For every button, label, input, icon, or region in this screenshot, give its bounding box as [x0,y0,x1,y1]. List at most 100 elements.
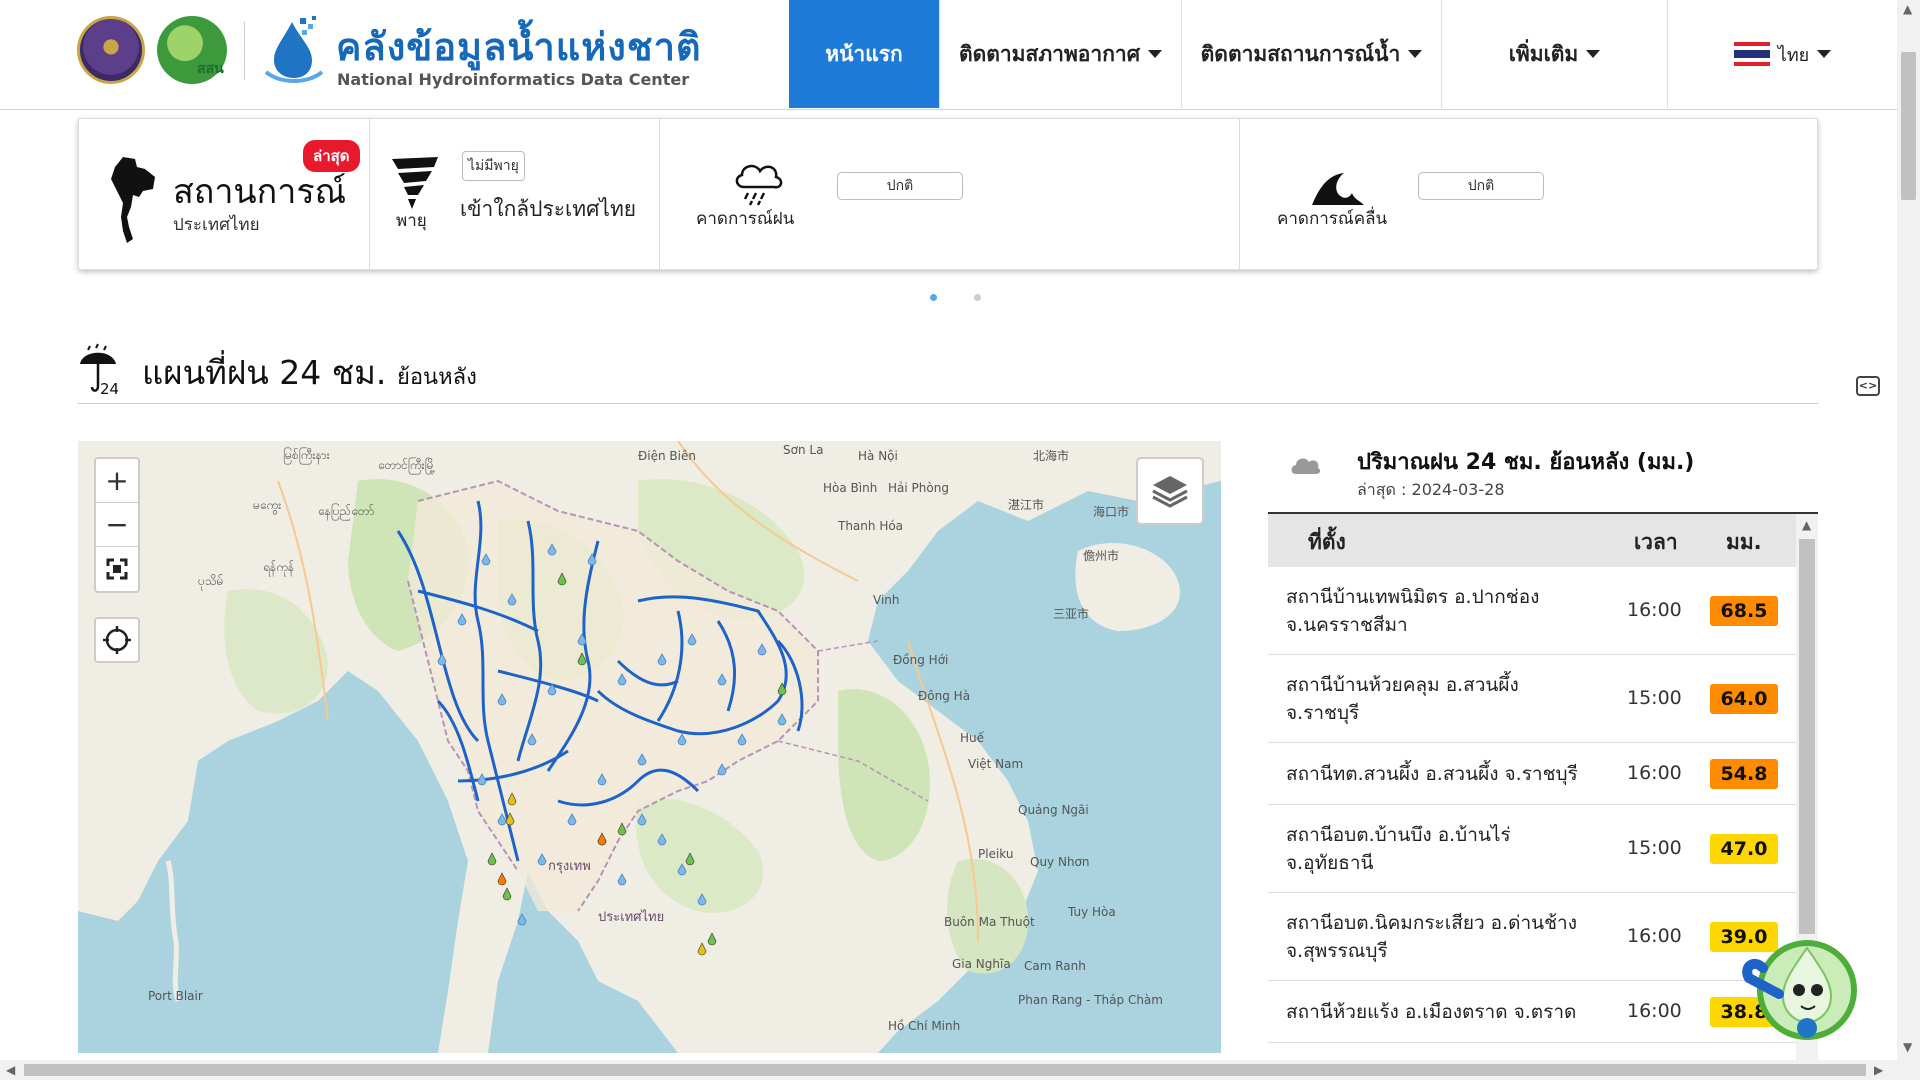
map-place-label: Hòa Bình [823,481,878,495]
table-scroll-thumb[interactable] [1799,539,1815,934]
ministry-emblem-logo[interactable] [77,16,145,84]
map-place-label: Đồng Hới [893,653,949,667]
crosshair-icon [103,626,131,654]
table-row[interactable]: สถานีอบต.นิคมกระเสียว อ.ด่านช้าง จ.สุพรร… [1268,893,1796,981]
map-place-label: 三亚市 [1053,607,1090,621]
map-place-label: Gia Nghĩa [952,957,1011,971]
embed-code-button[interactable]: <> [1856,376,1880,396]
map-place-label: Hà Nội [858,449,898,463]
station-time: 15:00 [1627,837,1682,859]
hii-logo[interactable]: สสน [157,16,227,84]
rainfall-value-badge: 47.0 [1710,834,1778,864]
station-time: 16:00 [1627,1000,1682,1022]
zoom-control: + − [94,457,140,593]
rain-forecast-label: คาดการณ์ฝน [696,209,795,229]
page-vertical-scrollbar[interactable]: ▲ ▼ [1897,0,1920,1060]
storm-status-text: เข้าใกล้ประเทศไทย [460,197,637,221]
zoom-in-button[interactable]: + [96,459,138,503]
map-place-label: Điện Biên [638,449,696,463]
scroll-up-icon[interactable]: ▲ [1802,518,1811,532]
chevron-down-icon [1817,50,1832,58]
scroll-down-icon[interactable]: ▼ [1903,1040,1912,1054]
section-title: แผนที่ฝน 24 ชม. ย้อนหลัง [142,353,477,392]
col-location[interactable]: ที่ตั้ง [1308,526,1346,559]
rainfall-updated-date: ล่าสุด : 2024-03-28 [1357,480,1505,499]
storm-panel[interactable]: พายุ ไม่มีพายุ เข้าใกล้ประเทศไทย [370,119,660,269]
col-time[interactable]: เวลา [1634,526,1678,559]
wave-forecast-label: คาดการณ์คลื่น [1277,209,1388,229]
logo-divider [244,22,245,80]
page-hscroll-thumb[interactable] [24,1064,1866,1076]
station-time: 15:00 [1627,687,1682,709]
nav-home[interactable]: หน้าแรก [789,0,939,108]
map-place-label: Buôn Ma Thuột [944,915,1035,929]
locate-me-button[interactable] [94,617,140,663]
chevron-down-icon [1408,50,1423,58]
map-place-label: 儋州市 [1083,549,1120,563]
brand-title-thai[interactable]: คลังข้อมูลน้ำแห่งชาติ [336,16,702,77]
station-name: สถานีอบต.นิคมกระเสียว อ.ด่านช้าง จ.สุพรร… [1286,912,1577,962]
table-row[interactable]: สถานีอบต.บ้านบึง อ.บ้านไร่ จ.อุทัยธานี 15… [1268,805,1796,893]
map-place-label: Huế [960,731,985,745]
map-place-label: Sơn La [783,443,824,457]
map-place-label: Phan Rang - Tháp Chàm [1018,993,1163,1007]
station-name: สถานีบ้านเทพนิมิตร อ.ปากช่อง จ.นครราชสีม… [1286,586,1540,636]
table-row[interactable]: สถานีบ้านห้วยคลุม อ.สวนผึ้ง จ.ราชบุรี 15:… [1268,655,1796,743]
brand-title-english: National Hydroinformatics Data Center [337,70,690,89]
rainfall-panel-title: ปริมาณฝน 24 ชม. ย้อนหลัง (มม.) [1357,450,1695,475]
nav-water-situation[interactable]: ติดตามสถานการณ์น้ำ [1181,0,1441,108]
carousel-dot-1[interactable] [930,294,937,301]
map-place-label: 北海市 [1033,449,1070,463]
layer-switcher-button[interactable] [1136,457,1204,525]
map-place-label: တောင်ကြီးမြို့ [378,458,436,472]
wave-forecast-panel[interactable]: คาดการณ์คลื่น ปกติ [1240,119,1818,269]
page-horizontal-scrollbar[interactable]: ◀ ▶ [0,1060,1920,1080]
map-place-label: Quy Nhơn [1030,855,1090,869]
map-place-label: 海口市 [1093,505,1130,519]
page-scroll-thumb[interactable] [1901,52,1916,200]
language-selector[interactable]: ไทย [1667,0,1897,108]
fullscreen-button[interactable] [96,547,138,591]
fullscreen-icon [106,558,128,580]
nav-more[interactable]: เพิ่มเติม [1441,0,1667,108]
map-place-label: Hải Phòng [888,481,949,495]
col-mm[interactable]: มม. [1726,526,1762,559]
scroll-up-icon[interactable]: ▲ [1903,2,1912,16]
station-time: 16:00 [1627,762,1682,784]
rain-cloud-icon [735,164,783,206]
water-drop-logo-icon[interactable] [262,14,326,84]
scroll-right-icon[interactable]: ▶ [1874,1063,1883,1077]
cloud-icon [1291,458,1320,474]
map-place-label: Thanh Hóa [838,519,904,533]
chevron-down-icon [1586,50,1601,58]
table-row[interactable]: สถานีห้วยแร้ง อ.เมืองตราด จ.ตราด 16:00 38.… [1268,981,1796,1043]
map-place-label: Việt Nam [968,757,1024,771]
map-place-label: Port Blair [148,989,203,1003]
scroll-left-icon[interactable]: ◀ [6,1063,15,1077]
status-carousel: ล่าสุด สถานการณ์ ประเทศไทย พายุ ไม่มีพาย… [78,118,1818,270]
situation-title: สถานการณ์ [173,172,347,212]
table-row[interactable]: สถานีทต.สวนผึ้ง อ.สวนผึ้ง จ.ราชบุรี 16:00… [1268,743,1796,805]
station-time: 16:00 [1627,925,1682,947]
wave-forecast-status: ปกติ [1418,172,1544,200]
section-divider [78,403,1818,404]
zoom-out-button[interactable]: − [96,503,138,547]
svg-text:24: 24 [100,380,119,398]
header: สสน คลังข้อมูลน้ำแห่งชาติ National Hydro… [0,0,1920,110]
map-place-label: Tuy Hòa [1068,905,1116,919]
table-row[interactable]: สถานีบ้านเทพนิมิตร อ.ปากช่อง จ.นครราชสีม… [1268,567,1796,655]
mascot-water-drop-icon[interactable] [1723,928,1863,1048]
rain-forecast-panel[interactable]: คาดการณ์ฝน ปกติ [660,119,1240,269]
map-place-label: Đông Hà [918,689,971,703]
map-place-label: ရန်ကုန် [263,560,295,574]
map-place-label: ပုသိမ် [198,574,224,588]
situation-panel[interactable]: ล่าสุด สถานการณ์ ประเทศไทย [79,119,370,269]
nav-weather[interactable]: ติดตามสภาพอากาศ [939,0,1181,108]
map-place-label: กรุงเทพ [548,859,591,874]
umbrella-24-icon: 24 [80,343,119,398]
main-nav: หน้าแรก ติดตามสภาพอากาศ ติดตามสถานการณ์น… [789,0,1897,108]
rainfall-map[interactable]: မြစ်ကြီးနား တောင်ကြီးမြို့ မကွေး နေပြည်တော်… [78,441,1221,1053]
carousel-dot-2[interactable] [974,294,981,301]
station-name: สถานีอบต.บ้านบึง อ.บ้านไร่ จ.อุทัยธานี [1286,824,1511,874]
chevron-down-icon [1148,50,1163,58]
